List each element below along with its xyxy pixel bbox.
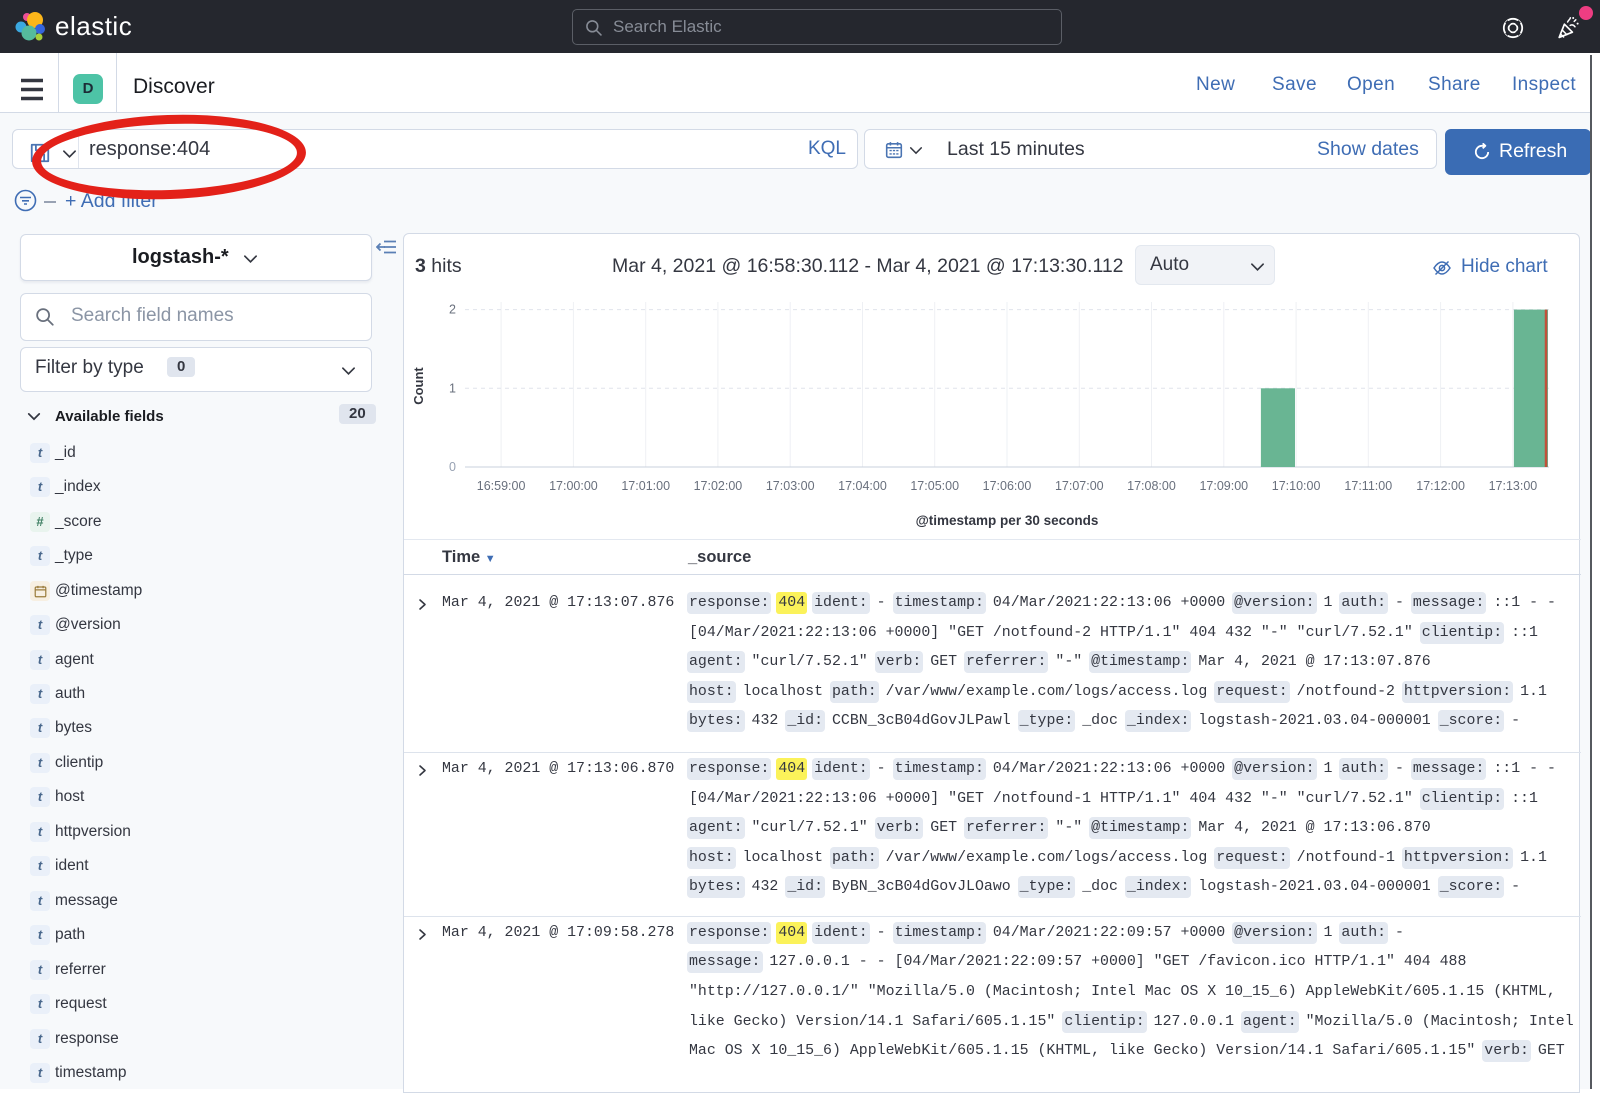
svg-text:17:12:00: 17:12:00	[1416, 479, 1465, 493]
svg-text:17:01:00: 17:01:00	[621, 479, 670, 493]
svg-text:2: 2	[449, 303, 456, 317]
svg-text:16:59:00: 16:59:00	[477, 479, 526, 493]
svg-text:1: 1	[449, 381, 456, 395]
svg-text:Count: Count	[411, 367, 426, 405]
svg-text:17:03:00: 17:03:00	[766, 479, 815, 493]
svg-text:17:07:00: 17:07:00	[1055, 479, 1104, 493]
svg-text:17:00:00: 17:00:00	[549, 479, 598, 493]
svg-text:17:02:00: 17:02:00	[694, 479, 743, 493]
svg-text:17:09:00: 17:09:00	[1199, 479, 1248, 493]
svg-text:17:08:00: 17:08:00	[1127, 479, 1176, 493]
svg-text:17:06:00: 17:06:00	[983, 479, 1032, 493]
svg-text:17:10:00: 17:10:00	[1272, 479, 1321, 493]
svg-text:0: 0	[449, 460, 456, 474]
svg-text:17:13:00: 17:13:00	[1489, 479, 1538, 493]
svg-text:17:04:00: 17:04:00	[838, 479, 887, 493]
svg-text:17:05:00: 17:05:00	[910, 479, 959, 493]
svg-text:17:11:00: 17:11:00	[1344, 479, 1392, 493]
